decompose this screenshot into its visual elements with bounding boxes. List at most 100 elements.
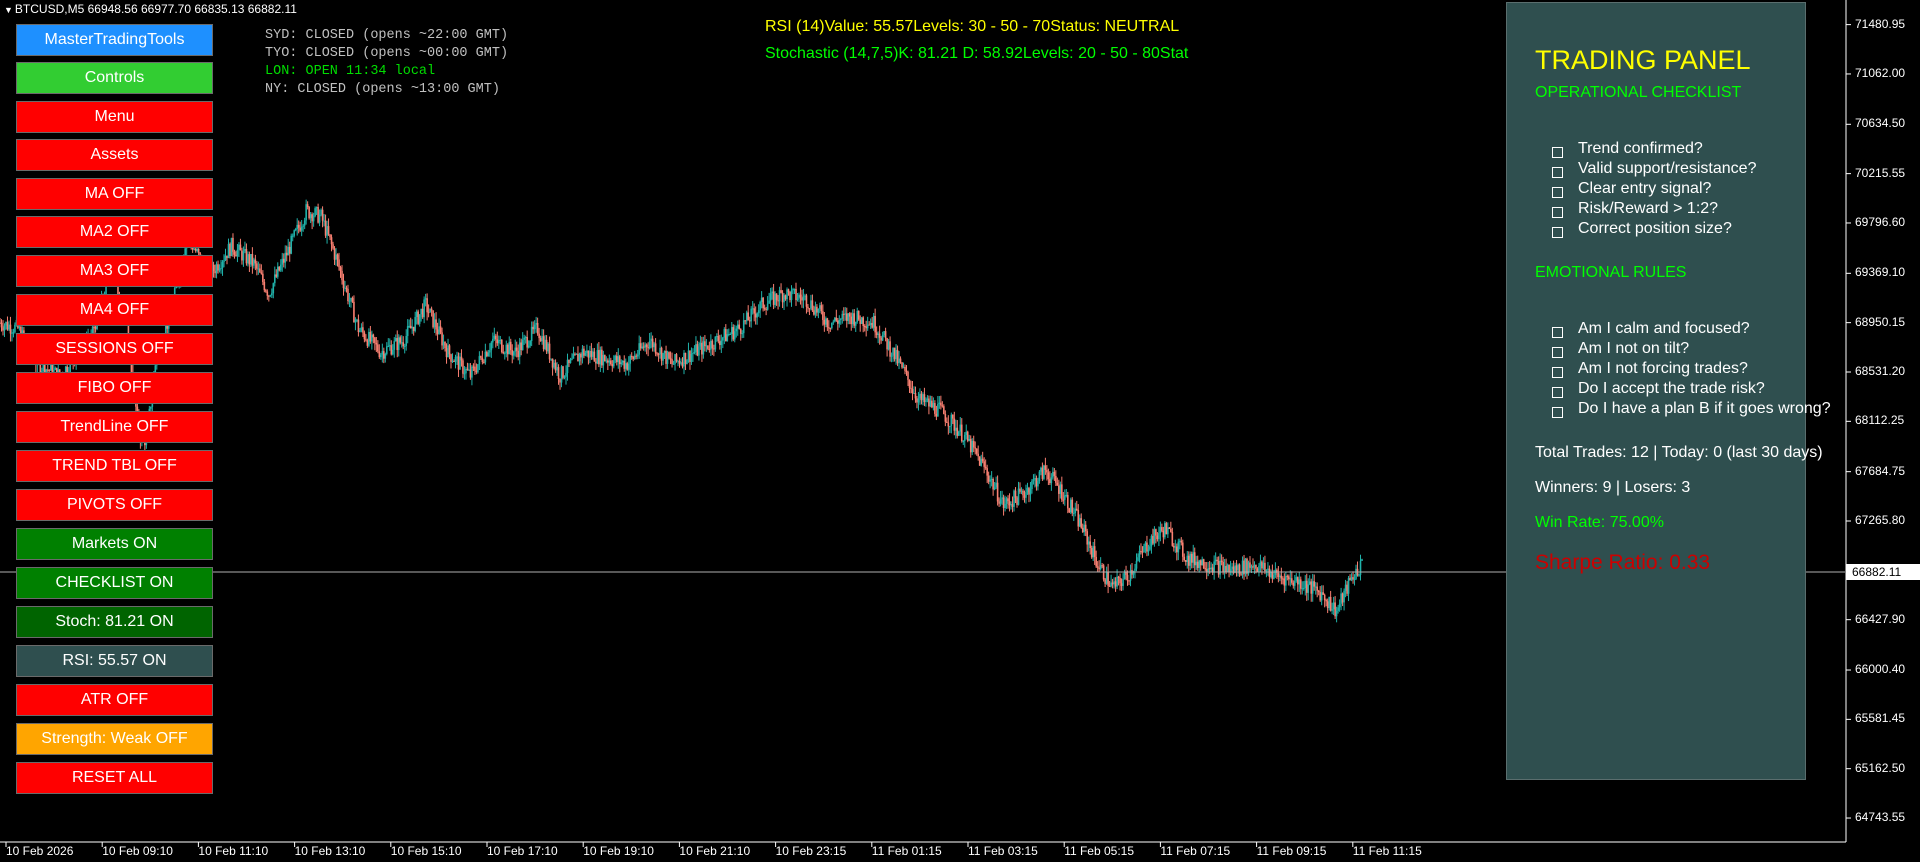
checklist-on-button[interactable]: CHECKLIST ON bbox=[16, 567, 213, 599]
candle-body bbox=[424, 298, 427, 300]
session-line: SYD: CLOSED (opens ~22:00 GMT) bbox=[265, 28, 509, 43]
checkbox[interactable] bbox=[1552, 186, 1563, 198]
time-tick-label: 10 Feb 15:10 bbox=[390, 844, 462, 858]
candle-body bbox=[363, 332, 366, 340]
time-tick-label: 11 Feb 05:15 bbox=[1064, 844, 1135, 858]
checkbox[interactable] bbox=[1552, 406, 1563, 418]
candle-body bbox=[1158, 533, 1160, 540]
candle-body bbox=[986, 468, 988, 476]
current-price-tag: 66882.11 bbox=[1846, 564, 1920, 580]
fibo-off-button[interactable]: FIBO OFF bbox=[16, 372, 213, 404]
assets-button[interactable]: Assets bbox=[16, 139, 213, 171]
candle-body bbox=[360, 327, 363, 331]
candle-body bbox=[511, 350, 514, 356]
candle-body bbox=[489, 350, 491, 353]
ma3-off-button[interactable]: MA3 OFF bbox=[16, 255, 213, 287]
candle-body bbox=[754, 313, 757, 318]
candle-body bbox=[784, 295, 787, 300]
time-tick-label: 10 Feb 19:10 bbox=[583, 844, 654, 858]
candle-body bbox=[719, 341, 721, 345]
candle-body bbox=[1301, 588, 1304, 590]
candle-body bbox=[1161, 527, 1163, 531]
ma-off-button[interactable]: MA OFF bbox=[16, 178, 213, 210]
candle-body bbox=[1326, 601, 1329, 609]
strength-weak-off-button[interactable]: Strength: Weak OFF bbox=[16, 723, 213, 755]
checkbox[interactable] bbox=[1552, 326, 1563, 338]
mastertradingtools-button[interactable]: MasterTradingTools bbox=[16, 24, 213, 56]
ma2-off-button[interactable]: MA2 OFF bbox=[16, 216, 213, 248]
candle-body bbox=[1026, 487, 1029, 493]
candle-body bbox=[928, 398, 930, 407]
candle-body bbox=[639, 343, 642, 349]
candle-body bbox=[1119, 577, 1121, 584]
candle-body bbox=[1216, 559, 1218, 561]
checkbox[interactable] bbox=[1552, 366, 1563, 378]
candle-body bbox=[801, 297, 803, 301]
candle-body bbox=[523, 337, 525, 340]
candle-body bbox=[1213, 561, 1215, 573]
candle-body bbox=[1314, 586, 1317, 588]
checkbox[interactable] bbox=[1552, 206, 1563, 218]
atr-off-button[interactable]: ATR OFF bbox=[16, 684, 213, 716]
pivots-off-button[interactable]: PIVOTS OFF bbox=[16, 489, 213, 521]
candle-body bbox=[916, 398, 918, 403]
candle-body bbox=[611, 364, 614, 367]
candle-body bbox=[957, 431, 960, 436]
candle-body bbox=[396, 338, 399, 351]
candle-body bbox=[544, 339, 546, 349]
panel-title: TRADING PANEL bbox=[1535, 45, 1751, 75]
candle-body bbox=[315, 207, 318, 209]
candle-body bbox=[1322, 592, 1324, 595]
candle-body bbox=[778, 290, 781, 302]
candle-body bbox=[1286, 576, 1289, 578]
candle-body bbox=[781, 292, 784, 303]
sessions-off-button[interactable]: SESSIONS OFF bbox=[16, 333, 213, 365]
candle-body bbox=[1002, 497, 1005, 509]
checkbox[interactable] bbox=[1552, 386, 1563, 398]
candle-body bbox=[1235, 565, 1238, 571]
time-tick-label: 10 Feb 2026 bbox=[6, 844, 74, 858]
candle-body bbox=[462, 360, 464, 374]
candle-body bbox=[845, 313, 848, 321]
ma4-off-button[interactable]: MA4 OFF bbox=[16, 294, 213, 326]
candle-body bbox=[466, 368, 469, 370]
candle-body bbox=[357, 319, 360, 333]
candle-body bbox=[677, 360, 679, 362]
price-tick-label: 65162.50 bbox=[1855, 760, 1906, 775]
rsi-55-57-on-button[interactable]: RSI: 55.57 ON bbox=[16, 645, 213, 677]
reset-all-button[interactable]: RESET ALL bbox=[16, 762, 213, 794]
checkbox[interactable] bbox=[1552, 146, 1563, 158]
candle-body bbox=[445, 348, 448, 358]
trend-tbl-off-button[interactable]: TREND TBL OFF bbox=[16, 450, 213, 482]
candle-body bbox=[950, 414, 953, 427]
candle-body bbox=[1299, 579, 1302, 589]
candle-body bbox=[810, 300, 812, 309]
candle-body bbox=[438, 326, 440, 335]
candle-body bbox=[807, 306, 809, 309]
checkbox[interactable] bbox=[1552, 226, 1563, 238]
candle-body bbox=[1302, 587, 1305, 589]
candle-body bbox=[471, 366, 473, 378]
candle-body bbox=[981, 458, 984, 462]
price-tick-label: 68531.20 bbox=[1855, 363, 1906, 378]
candle-body bbox=[675, 354, 678, 361]
candle-body bbox=[965, 431, 968, 435]
candle-body bbox=[1313, 581, 1316, 587]
candle-body bbox=[502, 352, 505, 354]
symbol-quote: BTCUSD,M5 66948.56 66977.70 66835.13 668… bbox=[14, 2, 297, 16]
dropdown-triangle-icon[interactable]: ▼ bbox=[4, 5, 13, 15]
menu-button[interactable]: Menu bbox=[16, 101, 213, 133]
checkbox[interactable] bbox=[1552, 346, 1563, 358]
candle-body bbox=[683, 352, 685, 367]
controls-button[interactable]: Controls bbox=[16, 62, 213, 94]
markets-on-button[interactable]: Markets ON bbox=[16, 528, 213, 560]
checkbox[interactable] bbox=[1552, 166, 1563, 178]
candle-body bbox=[1210, 567, 1212, 570]
trendline-off-button[interactable]: TrendLine OFF bbox=[16, 411, 213, 443]
candle-body bbox=[741, 333, 744, 335]
candle-body bbox=[786, 289, 788, 300]
stoch-81-21-on-button[interactable]: Stoch: 81.21 ON bbox=[16, 606, 213, 638]
candle-body bbox=[598, 350, 600, 365]
candle-body bbox=[847, 313, 850, 321]
candle-body bbox=[1064, 495, 1066, 500]
